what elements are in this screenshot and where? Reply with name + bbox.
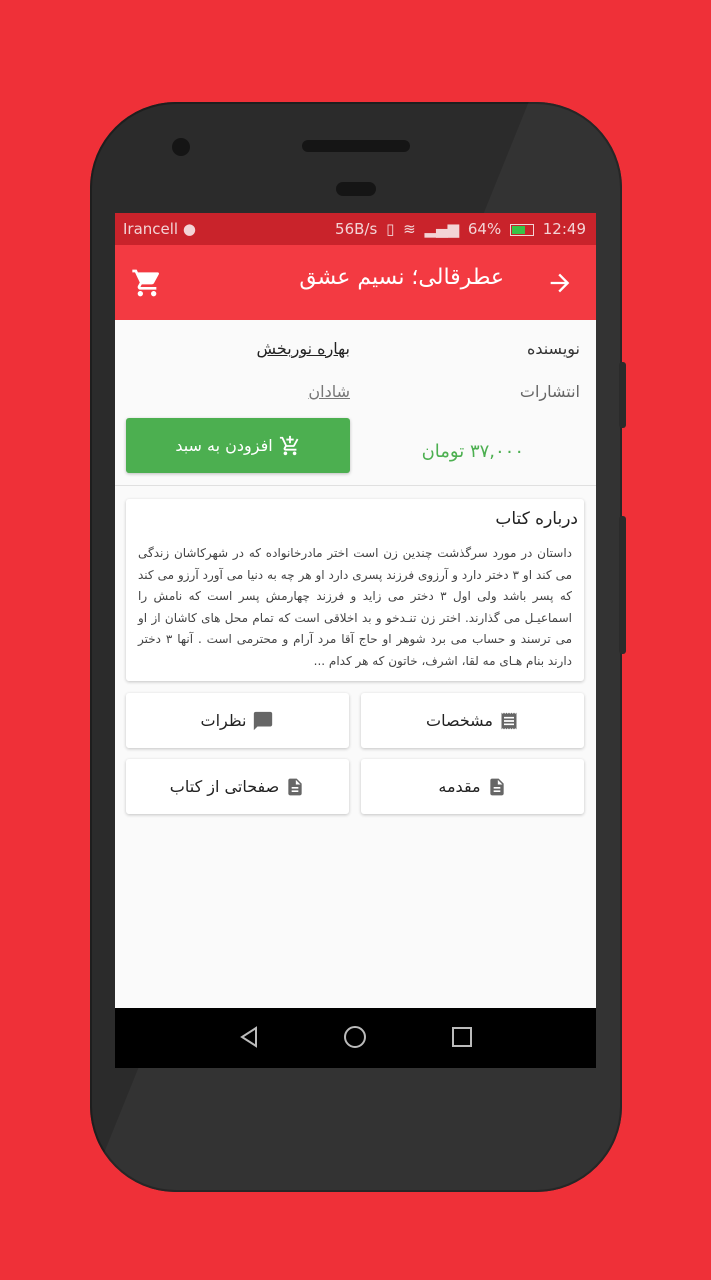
cart-icon[interactable] (131, 267, 163, 299)
intro-button[interactable]: مقدمه (361, 759, 584, 814)
carrier-label: Irancell ● (123, 220, 196, 238)
flame-icon: ● (182, 220, 196, 238)
comments-button[interactable]: نظرات (126, 693, 349, 748)
signal-icon: ▂▄▆ (424, 220, 460, 238)
battery-percent: 64% (467, 220, 502, 238)
document-icon (489, 778, 504, 795)
recents-square-icon[interactable] (450, 1025, 474, 1049)
specs-label: مشخصات (426, 711, 493, 730)
screen: Irancell ● 56B/s ▯ ≋ ▂▄▆ 64% 12:49 عطرقا… (115, 213, 596, 1068)
app-bar: عطرقالی؛ نسیم عشق (115, 245, 596, 320)
status-bar: Irancell ● 56B/s ▯ ≋ ▂▄▆ 64% 12:49 (115, 213, 596, 245)
comments-label: نظرات (200, 711, 247, 730)
publisher-label: انتشارات (519, 382, 580, 401)
comment-icon (254, 711, 273, 730)
vibrate-icon: ▯ (386, 220, 395, 238)
receipt-icon (501, 712, 517, 729)
network-speed: 56B/s (335, 220, 378, 238)
home-circle-icon[interactable] (343, 1025, 367, 1049)
add-to-cart-icon (279, 435, 299, 455)
price: ۳۷,۰۰۰ تومان (421, 441, 524, 462)
phone-side-button-bottom (619, 516, 626, 654)
publisher-link[interactable]: شادان (308, 382, 350, 401)
back-triangle-icon[interactable] (237, 1025, 261, 1049)
intro-label: مقدمه (438, 777, 481, 796)
sample-pages-button[interactable]: صفحاتی از کتاب (126, 759, 349, 814)
arrow-right-icon[interactable] (546, 269, 574, 297)
specs-button[interactable]: مشخصات (361, 693, 584, 748)
front-camera (172, 138, 190, 156)
battery-icon (509, 223, 534, 236)
book-info: نویسنده بهاره نوربخش انتشارات شادان افزو… (115, 320, 596, 486)
add-to-cart-label: افزودن به سبد (175, 436, 273, 455)
clock: 12:49 (542, 220, 586, 238)
earpiece-speaker (302, 140, 410, 152)
author-link[interactable]: بهاره نوربخش (256, 339, 350, 358)
about-heading: درباره کتاب (495, 509, 578, 529)
navigation-bar (115, 1008, 596, 1068)
wifi-icon: ≋ (403, 220, 416, 238)
author-label: نویسنده (526, 339, 580, 358)
document-icon (288, 778, 302, 795)
proximity-sensor (336, 182, 376, 196)
add-to-cart-button[interactable]: افزودن به سبد (126, 418, 350, 473)
about-text: داستان در مورد سرگذشت چندین زن است اختر … (138, 546, 572, 668)
about-card: درباره کتاب داستان در مورد سرگذشت چندین … (126, 499, 584, 681)
sample-pages-label: صفحاتی از کتاب (169, 777, 280, 796)
status-right: 56B/s ▯ ≋ ▂▄▆ 64% 12:49 (331, 220, 586, 238)
phone-side-button-top (619, 362, 626, 428)
page-title: عطرقالی؛ نسیم عشق (299, 265, 504, 290)
